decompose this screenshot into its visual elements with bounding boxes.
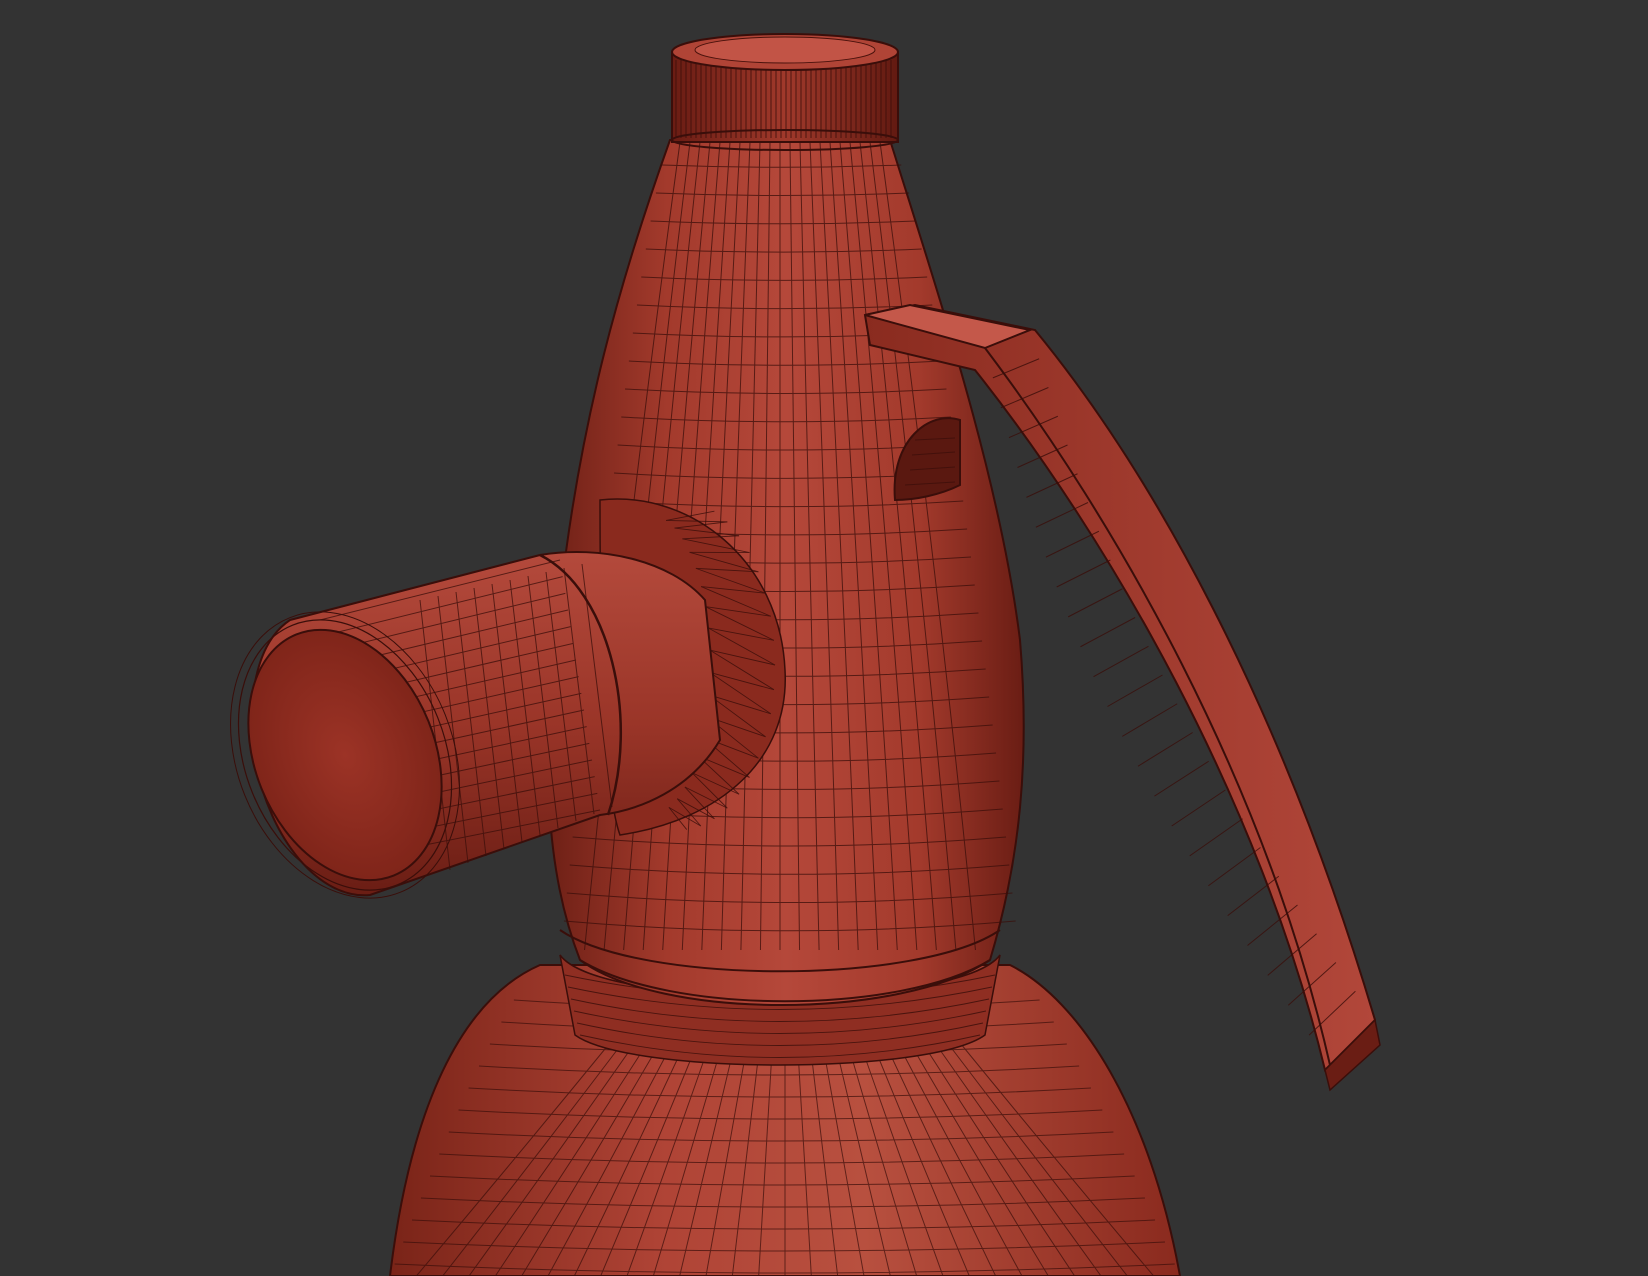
handle-segment bbox=[1189, 818, 1243, 857]
top-cap bbox=[671, 33, 899, 151]
handle-segment bbox=[1171, 789, 1226, 827]
handle-segment bbox=[1107, 674, 1163, 707]
handle-segment bbox=[1045, 530, 1100, 558]
handle-segment bbox=[1080, 617, 1136, 648]
3d-viewport[interactable] bbox=[0, 0, 1648, 1276]
handle-segment bbox=[1093, 645, 1149, 678]
handle-segment bbox=[1067, 588, 1123, 618]
handle-segment bbox=[1208, 847, 1261, 887]
scene-render bbox=[230, 33, 1381, 1276]
handle-segment bbox=[1056, 559, 1111, 588]
handle-segment bbox=[1122, 703, 1178, 737]
handle-segment bbox=[1154, 760, 1209, 797]
handle-segment bbox=[1137, 732, 1193, 767]
